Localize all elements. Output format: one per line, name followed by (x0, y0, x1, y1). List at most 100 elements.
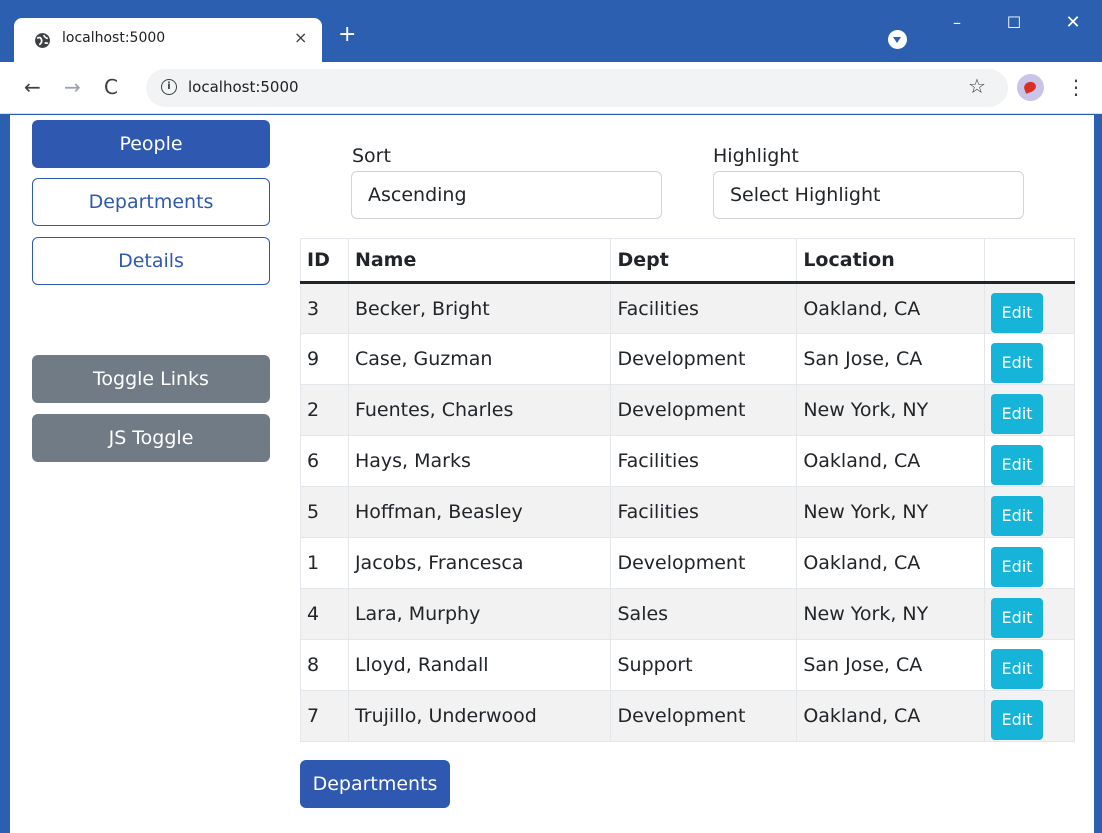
cell-actions: Edit (984, 690, 1075, 742)
header-location: Location (796, 238, 986, 284)
cell-dept: Development (610, 537, 798, 589)
cell-name: Becker, Bright (347, 282, 612, 334)
sort-label: Sort (352, 145, 391, 167)
profile-avatar[interactable] (1017, 74, 1044, 101)
cell-actions: Edit (984, 486, 1075, 538)
table-row: 1 Jacobs, Francesca Development Oakland,… (300, 537, 1075, 589)
cell-name: Fuentes, Charles (347, 384, 612, 436)
reload-icon[interactable]: C (104, 76, 118, 98)
browser-titlebar: localhost:5000 × + – ☐ ✕ (0, 0, 1102, 62)
edit-button[interactable]: Edit (991, 343, 1044, 383)
cell-location: New York, NY (796, 588, 986, 640)
edit-button[interactable]: Edit (991, 649, 1044, 689)
cell-location: New York, NY (796, 486, 986, 538)
cell-location: Oakland, CA (796, 690, 986, 742)
sort-select[interactable]: Ascending (351, 171, 662, 219)
browser-toolbar: ← → C i localhost:5000 ☆ ⋮ (0, 62, 1102, 114)
cell-actions: Edit (984, 639, 1075, 691)
cell-actions: Edit (984, 333, 1075, 385)
page-content: People Departments Details Toggle Links … (10, 115, 1094, 833)
cell-location: New York, NY (796, 384, 986, 436)
cell-location: Oakland, CA (796, 282, 986, 334)
globe-icon (35, 33, 50, 48)
cell-id: 3 (300, 282, 349, 334)
cell-location: Oakland, CA (796, 435, 986, 487)
edit-button[interactable]: Edit (991, 496, 1044, 536)
url-text[interactable]: localhost:5000 (188, 78, 299, 96)
cell-id: 7 (300, 690, 349, 742)
cell-dept: Development (610, 333, 798, 385)
tab-title: localhost:5000 (62, 30, 166, 46)
cell-name: Trujillo, Underwood (347, 690, 612, 742)
cell-location: Oakland, CA (796, 537, 986, 589)
cell-actions: Edit (984, 384, 1075, 436)
cell-actions: Edit (984, 537, 1075, 589)
edit-button[interactable]: Edit (991, 598, 1044, 638)
header-name: Name (347, 238, 612, 284)
cell-actions: Edit (984, 588, 1075, 640)
cell-actions: Edit (984, 435, 1075, 487)
edit-button[interactable]: Edit (991, 394, 1044, 434)
table-row: 8 Lloyd, Randall Support San Jose, CA Ed… (300, 639, 1075, 691)
tab-search-icon[interactable] (888, 30, 907, 49)
header-actions (984, 238, 1075, 284)
cell-dept: Support (610, 639, 798, 691)
cell-name: Hays, Marks (347, 435, 612, 487)
js-toggle-button[interactable]: JS Toggle (32, 414, 270, 462)
cell-dept: Facilities (610, 282, 798, 334)
new-tab-icon[interactable]: + (338, 24, 356, 46)
maximize-icon[interactable]: ☐ (994, 10, 1034, 36)
highlight-select[interactable]: Select Highlight (713, 171, 1024, 219)
cell-dept: Facilities (610, 486, 798, 538)
cell-name: Hoffman, Beasley (347, 486, 612, 538)
table-row: 5 Hoffman, Beasley Facilities New York, … (300, 486, 1075, 538)
cell-name: Case, Guzman (347, 333, 612, 385)
people-button[interactable]: People (32, 120, 270, 168)
edit-button[interactable]: Edit (991, 700, 1044, 740)
table-row: 3 Becker, Bright Facilities Oakland, CA … (300, 282, 1075, 334)
cell-id: 5 (300, 486, 349, 538)
header-id: ID (300, 238, 349, 284)
cell-id: 2 (300, 384, 349, 436)
table-header-row: ID Name Dept Location (300, 238, 1075, 284)
bookmark-star-icon[interactable]: ☆ (968, 75, 986, 97)
close-window-icon[interactable]: ✕ (1053, 10, 1093, 36)
cell-name: Lara, Murphy (347, 588, 612, 640)
cell-actions: Edit (984, 282, 1075, 334)
edit-button[interactable]: Edit (991, 547, 1044, 587)
info-icon[interactable]: i (161, 79, 177, 95)
browser-tab[interactable]: localhost:5000 × (14, 18, 322, 62)
cell-name: Jacobs, Francesca (347, 537, 612, 589)
cell-id: 8 (300, 639, 349, 691)
cell-id: 9 (300, 333, 349, 385)
minimize-icon[interactable]: – (937, 10, 977, 36)
departments-button[interactable]: Departments (300, 760, 450, 808)
cell-location: San Jose, CA (796, 639, 986, 691)
tab-close-icon[interactable]: × (294, 28, 307, 47)
cell-id: 4 (300, 588, 349, 640)
address-bar[interactable]: i localhost:5000 (146, 69, 1008, 107)
back-arrow-icon[interactable]: ← (24, 76, 41, 98)
bird-icon (1022, 80, 1038, 94)
toggle-links-button[interactable]: Toggle Links (32, 355, 270, 403)
highlight-label: Highlight (713, 145, 799, 167)
table-row: 9 Case, Guzman Development San Jose, CA … (300, 333, 1075, 385)
cell-dept: Facilities (610, 435, 798, 487)
table-row: 6 Hays, Marks Facilities Oakland, CA Edi… (300, 435, 1075, 487)
cell-location: San Jose, CA (796, 333, 986, 385)
header-dept: Dept (610, 238, 798, 284)
table-row: 7 Trujillo, Underwood Development Oaklan… (300, 690, 1075, 742)
edit-button[interactable]: Edit (991, 292, 1044, 333)
cell-dept: Development (610, 384, 798, 436)
table-row: 2 Fuentes, Charles Development New York,… (300, 384, 1075, 436)
forward-arrow-icon[interactable]: → (64, 76, 81, 98)
cell-dept: Development (610, 690, 798, 742)
details-link-button[interactable]: Details (32, 237, 270, 285)
departments-link-button[interactable]: Departments (32, 178, 270, 226)
cell-dept: Sales (610, 588, 798, 640)
people-table: ID Name Dept Location 3 Becker, Bright F… (300, 238, 1075, 742)
edit-button[interactable]: Edit (991, 445, 1044, 485)
cell-id: 1 (300, 537, 349, 589)
menu-kebab-icon[interactable]: ⋮ (1066, 76, 1086, 98)
cell-id: 6 (300, 435, 349, 487)
